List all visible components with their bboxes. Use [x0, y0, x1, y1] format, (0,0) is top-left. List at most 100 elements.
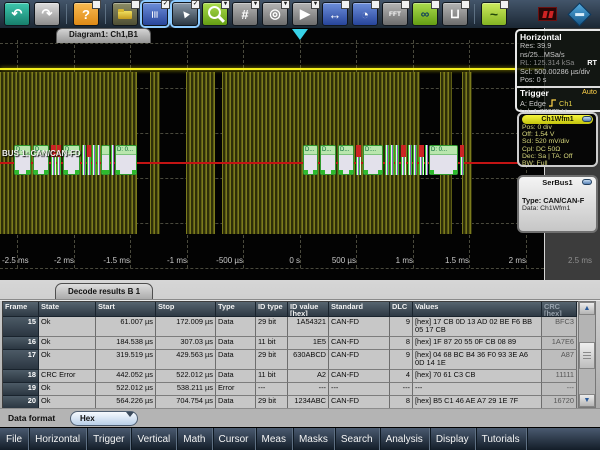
- menu-item-search[interactable]: Search: [335, 428, 380, 450]
- diagram-tab[interactable]: Diagram1: Ch1,B1: [56, 28, 151, 43]
- signal-generator-icon[interactable]: ~: [481, 2, 507, 26]
- menu-item-trigger[interactable]: Trigger: [87, 428, 131, 450]
- option-flag-icon[interactable]: ▾: [251, 0, 260, 9]
- column-header[interactable]: ID value [hex]: [288, 302, 329, 317]
- cell-id_type: 11 bit: [256, 370, 288, 383]
- cell-frame: 16: [3, 337, 39, 350]
- table-row[interactable]: 17Ok319.519 µs429.563 µsData29 bit630ABC…: [3, 350, 579, 370]
- option-flag-icon[interactable]: [92, 0, 101, 9]
- option-flag-icon[interactable]: [401, 0, 410, 9]
- decode-frame-block[interactable]: D: 0...: [115, 145, 137, 175]
- checkbox-icon[interactable]: ✓: [191, 0, 200, 9]
- column-header[interactable]: Values: [413, 302, 542, 317]
- column-header[interactable]: CRC [hex]: [542, 302, 577, 317]
- decode-bit-marker: [97, 145, 100, 175]
- option-flag-icon[interactable]: [341, 0, 350, 9]
- fft-icon[interactable]: FFT: [382, 2, 408, 26]
- option-flag-icon[interactable]: ▾: [311, 0, 320, 9]
- ch1-signal-badge[interactable]: Ch1Wfm1 Pos: 0 divOff: 1.54 VScl: 520 mV…: [517, 112, 598, 167]
- menu-item-display[interactable]: Display: [430, 428, 476, 450]
- scroll-down-icon[interactable]: ▼: [579, 394, 595, 407]
- decode-bit-marker: [82, 145, 86, 175]
- column-header[interactable]: Type: [216, 302, 256, 317]
- data-format-dropdown[interactable]: Hex: [70, 411, 138, 426]
- menu-item-math[interactable]: Math: [177, 428, 212, 450]
- waveform-diagram[interactable]: Diagram1: Ch1,B1 D...D...D...D: 0...D...…: [0, 28, 600, 280]
- minimize-icon[interactable]: [582, 179, 592, 185]
- cell-values: [hex] 70 61 C3 CB: [413, 370, 542, 383]
- decode-frame-label: D: 0...: [430, 146, 457, 155]
- serbus1-badge-title[interactable]: SerBus1: [522, 178, 593, 187]
- decode-frame-block[interactable]: [101, 145, 110, 175]
- time-tick-label: 2 ms: [509, 256, 526, 265]
- menu-item-horizontal[interactable]: Horizontal: [29, 428, 87, 450]
- help-icon[interactable]: ?: [73, 2, 99, 26]
- option-flag-icon[interactable]: ▾: [221, 0, 230, 9]
- horizontal-settings-panel[interactable]: Horizontal Res: 39.9 ns/25...MSa/s RT RL…: [515, 29, 600, 112]
- trigger-position-marker-icon[interactable]: [292, 29, 308, 40]
- minimize-icon[interactable]: [582, 116, 592, 122]
- vertical-setup-icon[interactable]: ≡✓: [142, 2, 168, 26]
- table-header-row: FrameStateStartStopTypeID typeID value […: [3, 302, 579, 317]
- decode-frame-block[interactable]: D: 0...: [429, 145, 458, 175]
- cell-type: Error: [216, 383, 256, 396]
- menu-item-file[interactable]: File: [0, 428, 29, 450]
- menu-item-meas[interactable]: Meas: [256, 428, 293, 450]
- column-header[interactable]: ID type: [256, 302, 288, 317]
- scroll-up-icon[interactable]: ▲: [579, 302, 595, 315]
- decode-frame-block[interactable]: D...: [338, 145, 354, 175]
- option-flag-icon[interactable]: [500, 0, 509, 9]
- decode-frame-block[interactable]: D...: [320, 145, 336, 175]
- replay-icon[interactable]: ▶▾: [292, 2, 318, 26]
- decode-bit-marker: [425, 145, 428, 175]
- menu-item-masks[interactable]: Masks: [293, 428, 335, 450]
- column-header[interactable]: Frame: [3, 302, 39, 317]
- option-flag-icon[interactable]: [131, 0, 140, 9]
- serbus1-badge[interactable]: SerBus1 Type: CAN/CAN-F Data: Ch1Wfm1: [517, 175, 598, 233]
- undo-icon[interactable]: ↶: [4, 2, 30, 26]
- menu-item-tutorials[interactable]: Tutorials: [476, 428, 527, 450]
- menu-item-analysis[interactable]: Analysis: [380, 428, 430, 450]
- column-header[interactable]: State: [39, 302, 96, 317]
- select-cursor-icon[interactable]: ▲✓: [172, 2, 198, 26]
- column-header[interactable]: Start: [96, 302, 156, 317]
- scrollbar-thumb[interactable]: [579, 342, 595, 369]
- option-flag-icon[interactable]: ▾: [281, 0, 290, 9]
- column-header[interactable]: DLC: [390, 302, 413, 317]
- option-flag-icon[interactable]: [371, 0, 380, 9]
- column-header[interactable]: Stop: [156, 302, 216, 317]
- delete-icon[interactable]: ⊔: [442, 2, 468, 26]
- cell-type: Data: [216, 317, 256, 337]
- table-scrollbar[interactable]: ▲ ▼: [578, 301, 596, 408]
- column-header[interactable]: Standard: [329, 302, 390, 317]
- toolbar-separator: [474, 4, 475, 24]
- decode-frame-block[interactable]: D...: [303, 145, 318, 175]
- open-file-icon[interactable]: [112, 2, 138, 26]
- menu-item-cursor[interactable]: Cursor: [213, 428, 256, 450]
- cell-standard: ---: [329, 383, 390, 396]
- table-row[interactable]: 18CRC Error442.052 µs522.012 µsData11 bi…: [3, 370, 579, 383]
- search-icon[interactable]: ∞: [412, 2, 438, 26]
- graticule-icon[interactable]: #▾: [232, 2, 258, 26]
- decode-results-tab[interactable]: Decode results B 1: [55, 283, 153, 299]
- decode-frame-block[interactable]: D:...: [363, 145, 383, 175]
- table-row[interactable]: 16Ok184.538 µs307.03 µsData11 bit1E5CAN-…: [3, 337, 579, 350]
- quick-action-icon[interactable]: ◔: [352, 2, 378, 26]
- table-row[interactable]: 19Ok522.012 µs538.211 µsError-----------…: [3, 383, 579, 396]
- masks-icon[interactable]: ◎▾: [262, 2, 288, 26]
- cell-id_value: 1E5: [288, 337, 329, 350]
- ch1-badge-title[interactable]: Ch1Wfm1: [522, 115, 593, 124]
- option-flag-icon[interactable]: [431, 0, 440, 9]
- table-row[interactable]: 15Ok61.007 µs172.009 µsData29 bit1A54321…: [3, 317, 579, 337]
- redo-icon[interactable]: ↷: [34, 2, 60, 26]
- measure-icon[interactable]: ↔: [322, 2, 348, 26]
- zoom-icon[interactable]: ▾: [202, 2, 228, 26]
- ch1-badge-line: Scl: 520 mV/div: [522, 138, 593, 145]
- checkbox-icon[interactable]: ✓: [161, 0, 170, 9]
- time-tick-label: 0 s: [289, 256, 300, 265]
- decode-results-table[interactable]: FrameStateStartStopTypeID typeID value […: [2, 301, 580, 410]
- cell-id_value: 630ABCD: [288, 350, 329, 370]
- menu-item-vertical[interactable]: Vertical: [131, 428, 177, 450]
- option-flag-icon[interactable]: [461, 0, 470, 9]
- decode-bit-marker: [460, 145, 464, 175]
